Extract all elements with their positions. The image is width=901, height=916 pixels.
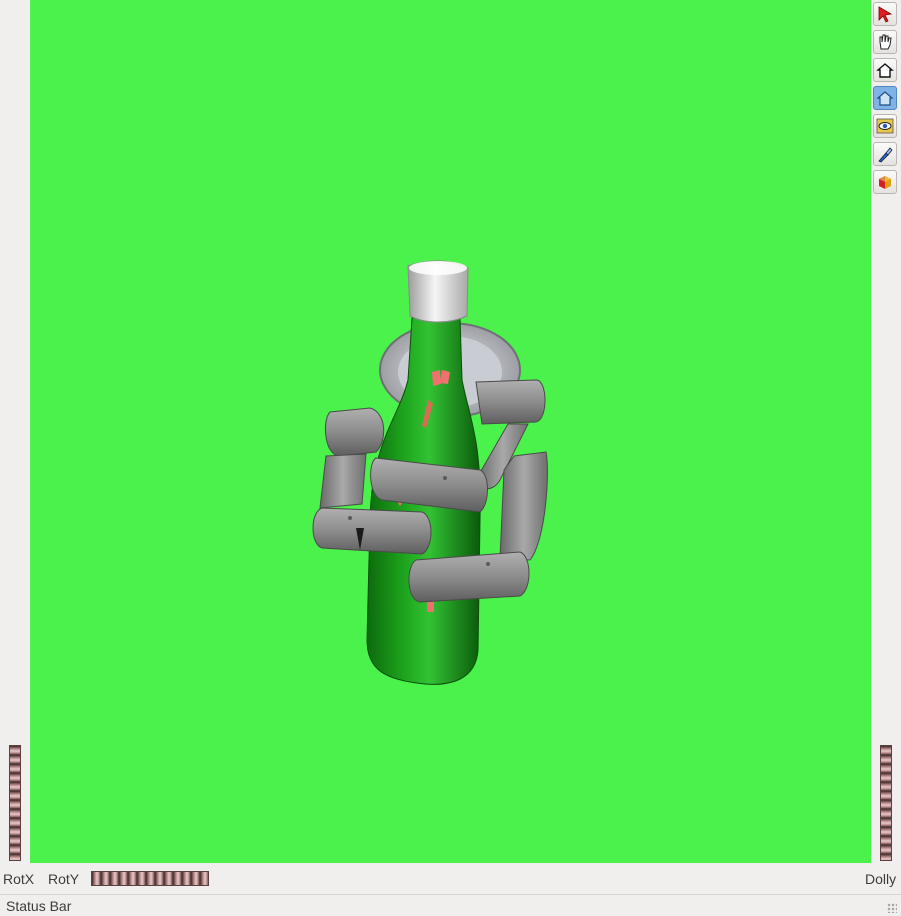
rotx-label: RotX — [3, 871, 35, 887]
seek-flashlight-icon[interactable] — [873, 142, 897, 166]
projection-cube-icon[interactable] — [873, 170, 897, 194]
home-icon[interactable] — [873, 58, 897, 82]
set-home-icon[interactable] — [873, 86, 897, 110]
finger-right — [475, 379, 548, 561]
rotx-wheel[interactable] — [9, 745, 21, 861]
view-all-eye-icon[interactable] — [873, 114, 897, 138]
dolly-wheel[interactable] — [880, 745, 892, 861]
status-text: Status Bar — [6, 898, 72, 914]
scene-render — [312, 260, 548, 685]
status-bar: Status Bar — [0, 894, 901, 916]
finger-lower-right-bar — [408, 551, 530, 603]
viewer-toolbar — [873, 2, 899, 194]
roty-label: RotY — [48, 871, 80, 887]
select-arrow-icon[interactable] — [873, 2, 897, 26]
left-wheel-panel — [0, 0, 30, 863]
3d-viewport[interactable] — [30, 0, 871, 863]
roty-wheel[interactable] — [91, 871, 209, 886]
finger-lower-left-bar — [312, 507, 432, 555]
resize-grip-icon[interactable] — [887, 903, 897, 913]
pan-hand-icon[interactable] — [873, 30, 897, 54]
dolly-label: Dolly — [865, 871, 897, 887]
